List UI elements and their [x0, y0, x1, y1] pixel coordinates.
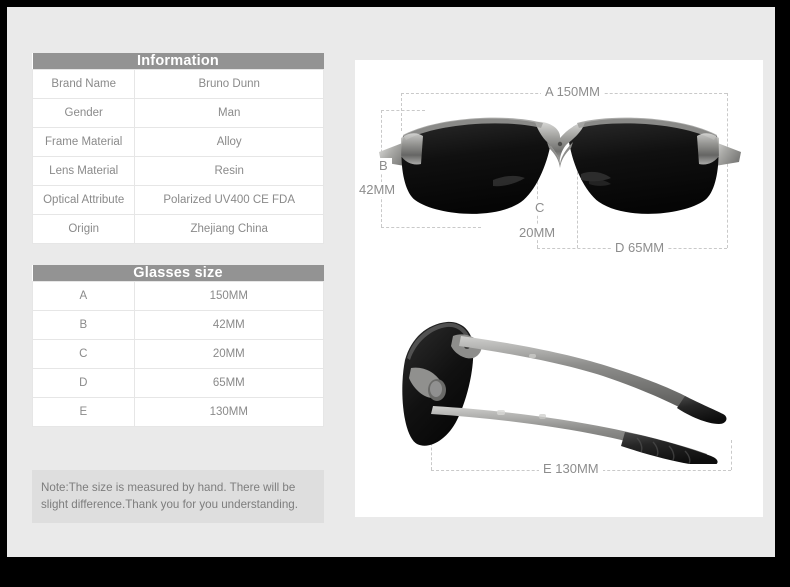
size-row-label: D: [32, 368, 135, 398]
table-row: Frame Material Alloy: [31, 127, 324, 157]
front-view-figure: A 150MM B 42MM C 20MM D 65MM: [355, 60, 763, 292]
table-row: Brand Name Bruno Dunn: [31, 69, 324, 99]
glasses-size-table-header-row: Glasses size: [32, 265, 324, 282]
side-view-figure: E 130MM: [355, 300, 763, 517]
sunglasses-front-image: [375, 108, 745, 228]
size-row-value: 42MM: [133, 310, 325, 340]
dimension-label-b-value: 42MM: [355, 182, 400, 197]
dimension-label-e: E 130MM: [539, 461, 603, 476]
table-row: Optical Attribute Polarized UV400 CE FDA: [31, 185, 324, 215]
information-row-label: Origin: [31, 214, 136, 244]
size-row-label: E: [32, 397, 135, 427]
information-row-label: Optical Attribute: [31, 185, 136, 215]
note-line-2: slight difference.Thank you for you unde…: [41, 498, 298, 511]
information-row-value: Polarized UV400 CE FDA: [134, 185, 324, 215]
information-row-label: Gender: [31, 98, 136, 128]
size-row-value: 130MM: [133, 397, 325, 427]
dimension-label-b: B: [375, 158, 392, 173]
dimension-label-d: D 65MM: [611, 240, 669, 255]
information-row-label: Lens Material: [31, 156, 136, 186]
table-row: Lens Material Resin: [31, 156, 324, 186]
dimension-label-c-value: 20MM: [515, 225, 560, 240]
glasses-size-table: Glasses size A 150MM B 42MM C 20MM D 65M…: [32, 265, 325, 427]
sunglasses-side-image: [389, 314, 739, 464]
size-row-value: 20MM: [133, 339, 325, 369]
size-row-value: 65MM: [133, 368, 325, 398]
information-row-value: Resin: [134, 156, 324, 186]
information-row-value: Bruno Dunn: [134, 69, 324, 99]
information-row-value: Man: [134, 98, 324, 128]
size-row-label: B: [32, 310, 135, 340]
information-row-label: Frame Material: [31, 127, 136, 157]
size-row-label: C: [32, 339, 135, 369]
information-row-label: Brand Name: [31, 69, 136, 99]
information-row-value: Zhejiang China: [134, 214, 324, 244]
table-row: C 20MM: [32, 339, 325, 369]
dimension-label-c: C: [531, 200, 549, 215]
table-row: B 42MM: [32, 310, 325, 340]
table-row: A 150MM: [32, 281, 325, 311]
measurement-note-box: Note:The size is measured by hand. There…: [32, 470, 324, 523]
table-row: D 65MM: [32, 368, 325, 398]
table-row: Origin Zhejiang China: [31, 214, 324, 244]
information-table-header-row: Information: [32, 53, 324, 70]
glasses-size-table-title: Glasses size: [32, 265, 324, 282]
table-row: E 130MM: [32, 397, 325, 427]
size-row-label: A: [32, 281, 135, 311]
information-table: Information Brand Name Bruno Dunn Gender…: [31, 53, 324, 244]
left-column: Information Brand Name Bruno Dunn Gender…: [31, 53, 325, 448]
information-row-value: Alloy: [134, 127, 324, 157]
information-table-title: Information: [32, 53, 324, 70]
table-row: Gender Man: [31, 98, 324, 128]
product-image-panel: A 150MM B 42MM C 20MM D 65MM E 130MM: [355, 60, 763, 517]
note-line-1: Note:The size is measured by hand. There…: [41, 481, 296, 494]
dimension-label-a: A 150MM: [541, 84, 604, 99]
size-row-value: 150MM: [133, 281, 325, 311]
page-container: Information Brand Name Bruno Dunn Gender…: [7, 7, 775, 557]
